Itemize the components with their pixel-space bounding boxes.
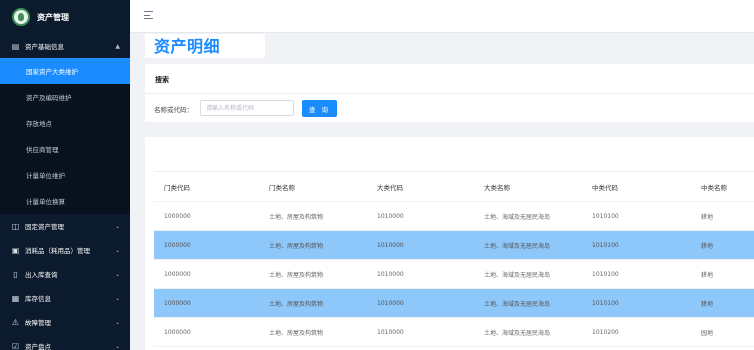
menu-group-label: 出入库查询: [25, 271, 58, 279]
chevron-down-icon: ⌄: [114, 246, 120, 254]
table-cell: 1010000: [367, 317, 474, 347]
grid-icon: ▦: [11, 293, 20, 303]
check-icon: ☑: [11, 341, 20, 350]
table-cell: 土地、海域及无居民海岛: [474, 317, 582, 347]
menu-group-label: 消耗品（耗用品）管理: [25, 247, 90, 255]
table-cell: 土地、海域及无居民海岛: [474, 201, 582, 231]
table-cell: 土地、房屋及构筑物: [259, 201, 367, 231]
table-cell: 1010200: [582, 317, 691, 347]
menu-group-inventory[interactable]: ▦ 库存信息 ⌄: [0, 286, 130, 310]
menu-group-stock-query[interactable]: ▯ 出入库查询 ⌄: [0, 262, 130, 286]
menu-toggle-icon[interactable]: [144, 11, 153, 19]
menu-group-label: 故障管理: [25, 319, 51, 327]
sidebar-item-supplier[interactable]: 供应商管理: [0, 136, 130, 162]
sidebar: 资产管理 ▤ 资产基础信息 ▲ 国家资产大类维护 资产及编码维护 存放地点 供应…: [0, 0, 130, 350]
table-cell: 1010100: [582, 230, 691, 260]
menu-group-consumables[interactable]: ▣ 消耗品（耗用品）管理 ⌄: [0, 238, 130, 262]
table-cell: 1010000: [367, 230, 474, 260]
chevron-down-icon: ⌄: [114, 222, 120, 230]
column-header[interactable]: 中类名称: [691, 171, 754, 202]
menu-group-label: 资产基础信息: [25, 43, 64, 51]
menu-group-label: 库存信息: [25, 295, 51, 303]
table-row[interactable]: 1000000 土地、房屋及构筑物 1010000 土地、海域及无居民海岛 101010…: [154, 288, 754, 318]
search-field-label: 名称或代码：: [154, 106, 193, 114]
chevron-down-icon: ⌄: [114, 270, 120, 278]
table-cell: 1000000: [154, 230, 259, 260]
sidebar-item-storage-location[interactable]: 存放地点: [0, 110, 130, 136]
table-header-row: 门类代码 门类名称 大类代码 大类名称 中类代码 中类名称: [154, 171, 754, 202]
app-title: 资产管理: [37, 12, 69, 22]
divider: [145, 93, 754, 94]
table-cell: 耕地: [691, 201, 754, 231]
chevron-up-icon: ▲: [115, 42, 120, 50]
table-cell: 土地、房屋及构筑物: [259, 259, 367, 289]
asset-category-table: 门类代码 门类名称 大类代码 大类名称 中类代码 中类名称 1000000 土地、…: [154, 171, 754, 347]
column-header[interactable]: 门类名称: [259, 171, 367, 202]
cube-icon: ◫: [11, 221, 20, 231]
table-cell: 土地、房屋及构筑物: [259, 230, 367, 260]
column-header[interactable]: 大类代码: [367, 171, 474, 202]
table-cell: 1010100: [582, 259, 691, 289]
book-icon: ▤: [11, 41, 20, 51]
table-cell: 1010100: [582, 288, 691, 318]
app-header: 资产管理: [0, 0, 130, 34]
table-cell: 1000000: [154, 288, 259, 318]
menu-group-label: 固定资产管理: [25, 223, 64, 231]
table-cell: 土地、海域及无居民海岛: [474, 288, 582, 318]
table-cell: 1010100: [582, 201, 691, 231]
table-row[interactable]: 1000000 土地、房屋及构筑物 1010000 土地、海域及无居民海岛 101010…: [154, 259, 754, 289]
search-button[interactable]: 查 询: [302, 100, 337, 117]
search-panel-title: 搜索: [155, 76, 169, 84]
table-cell: 土地、海域及无居民海岛: [474, 259, 582, 289]
sidebar-item-national-asset-category[interactable]: 国家资产大类维护: [0, 58, 130, 84]
table-cell: 1000000: [154, 201, 259, 231]
column-header[interactable]: 大类名称: [474, 171, 582, 202]
warning-icon: ⚠: [11, 317, 20, 327]
table-cell: 耕地: [691, 230, 754, 260]
menu-group-label: 资产盘点: [25, 343, 51, 350]
chevron-down-icon: ⌄: [114, 342, 120, 350]
table-cell: 土地、房屋及构筑物: [259, 317, 367, 347]
table-cell: 1010000: [367, 201, 474, 231]
logo-icon: [12, 8, 30, 26]
chevron-down-icon: ⌄: [114, 294, 120, 302]
table-row[interactable]: 1000000 土地、房屋及构筑物 1010000 土地、海域及无居民海岛 101010…: [154, 230, 754, 260]
menu-group-fixed-assets[interactable]: ◫ 固定资产管理 ⌄: [0, 214, 130, 238]
table-cell: 1010000: [367, 259, 474, 289]
table-cell: 耕地: [691, 259, 754, 289]
table-cell: 园地: [691, 317, 754, 347]
table-cell: 耕地: [691, 288, 754, 318]
page-title: 资产明细: [145, 34, 265, 58]
table-cell: 土地、房屋及构筑物: [259, 288, 367, 318]
box-icon: ▣: [11, 245, 20, 255]
results-panel: 门类代码 门类名称 大类代码 大类名称 中类代码 中类名称 1000000 土地、…: [145, 137, 754, 350]
doc-icon: ▯: [13, 269, 18, 279]
table-cell: 土地、海域及无居民海岛: [474, 230, 582, 260]
submenu-asset-basic-info: 国家资产大类维护 资产及编码维护 存放地点 供应商管理 计量单位维护 计量单位换…: [0, 58, 130, 214]
menu-group-fault[interactable]: ⚠ 故障管理 ⌄: [0, 310, 130, 334]
chevron-down-icon: ⌄: [114, 318, 120, 326]
menu-group-stocktake[interactable]: ☑ 资产盘点 ⌄: [0, 334, 130, 350]
sidebar-item-unit[interactable]: 计量单位维护: [0, 162, 130, 188]
table-row[interactable]: 1000000 土地、房屋及构筑物 1010000 土地、海域及无居民海岛 101020…: [154, 317, 754, 347]
menu-group-asset-basic-info[interactable]: ▤ 资产基础信息 ▲: [0, 34, 130, 58]
table-cell: 1010000: [367, 288, 474, 318]
column-header[interactable]: 门类代码: [154, 171, 259, 202]
sidebar-item-unit-conversion[interactable]: 计量单位换算: [0, 188, 130, 214]
search-input[interactable]: [200, 100, 294, 116]
table-cell: 1000000: [154, 259, 259, 289]
sidebar-item-asset-code[interactable]: 资产及编码维护: [0, 84, 130, 110]
table-row[interactable]: 1000000 土地、房屋及构筑物 1010000 土地、海域及无居民海岛 101010…: [154, 201, 754, 231]
column-header[interactable]: 中类代码: [582, 171, 691, 202]
table-cell: 1000000: [154, 317, 259, 347]
top-bar: [130, 0, 754, 33]
search-panel: 搜索 名称或代码： 查 询: [145, 64, 754, 122]
